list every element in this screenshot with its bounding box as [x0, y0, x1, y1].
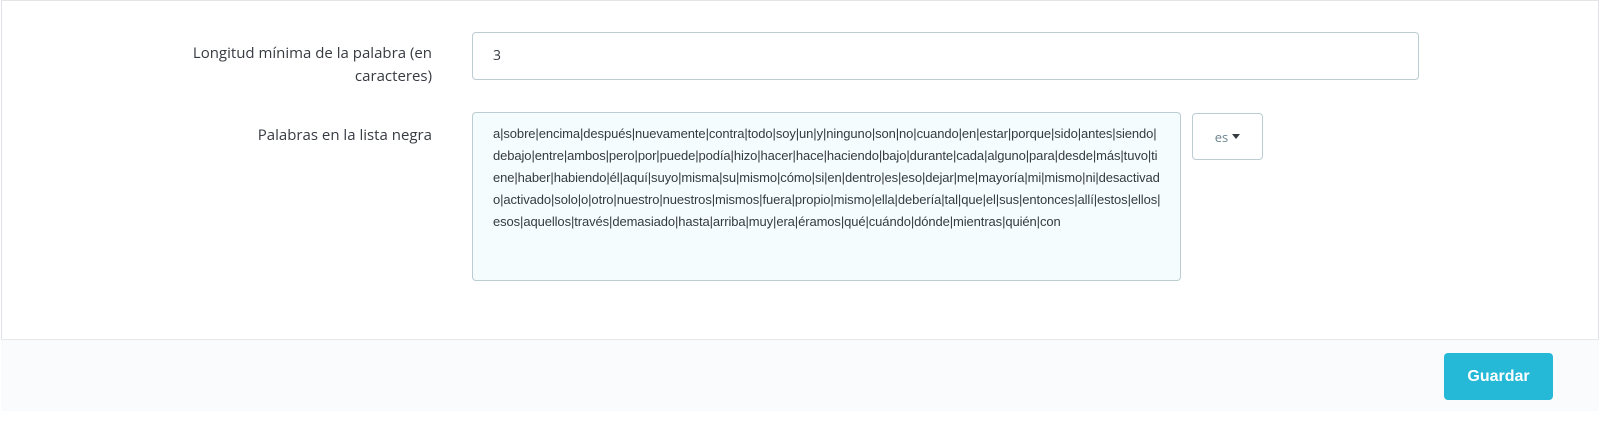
language-dropdown[interactable]: es: [1192, 113, 1263, 160]
save-button[interactable]: Guardar: [1444, 353, 1553, 400]
blacklist-textarea[interactable]: a|sobre|encima|después|nuevamente|contra…: [472, 112, 1181, 281]
caret-down-icon: [1232, 134, 1241, 139]
min-length-input[interactable]: 3: [472, 32, 1419, 80]
panel-footer: [1, 339, 1599, 411]
min-length-label: Longitud mínima de la palabra (en caract…: [192, 43, 432, 86]
language-code: es: [1214, 127, 1229, 146]
blacklist-label: Palabras en la lista negra: [257, 125, 432, 145]
